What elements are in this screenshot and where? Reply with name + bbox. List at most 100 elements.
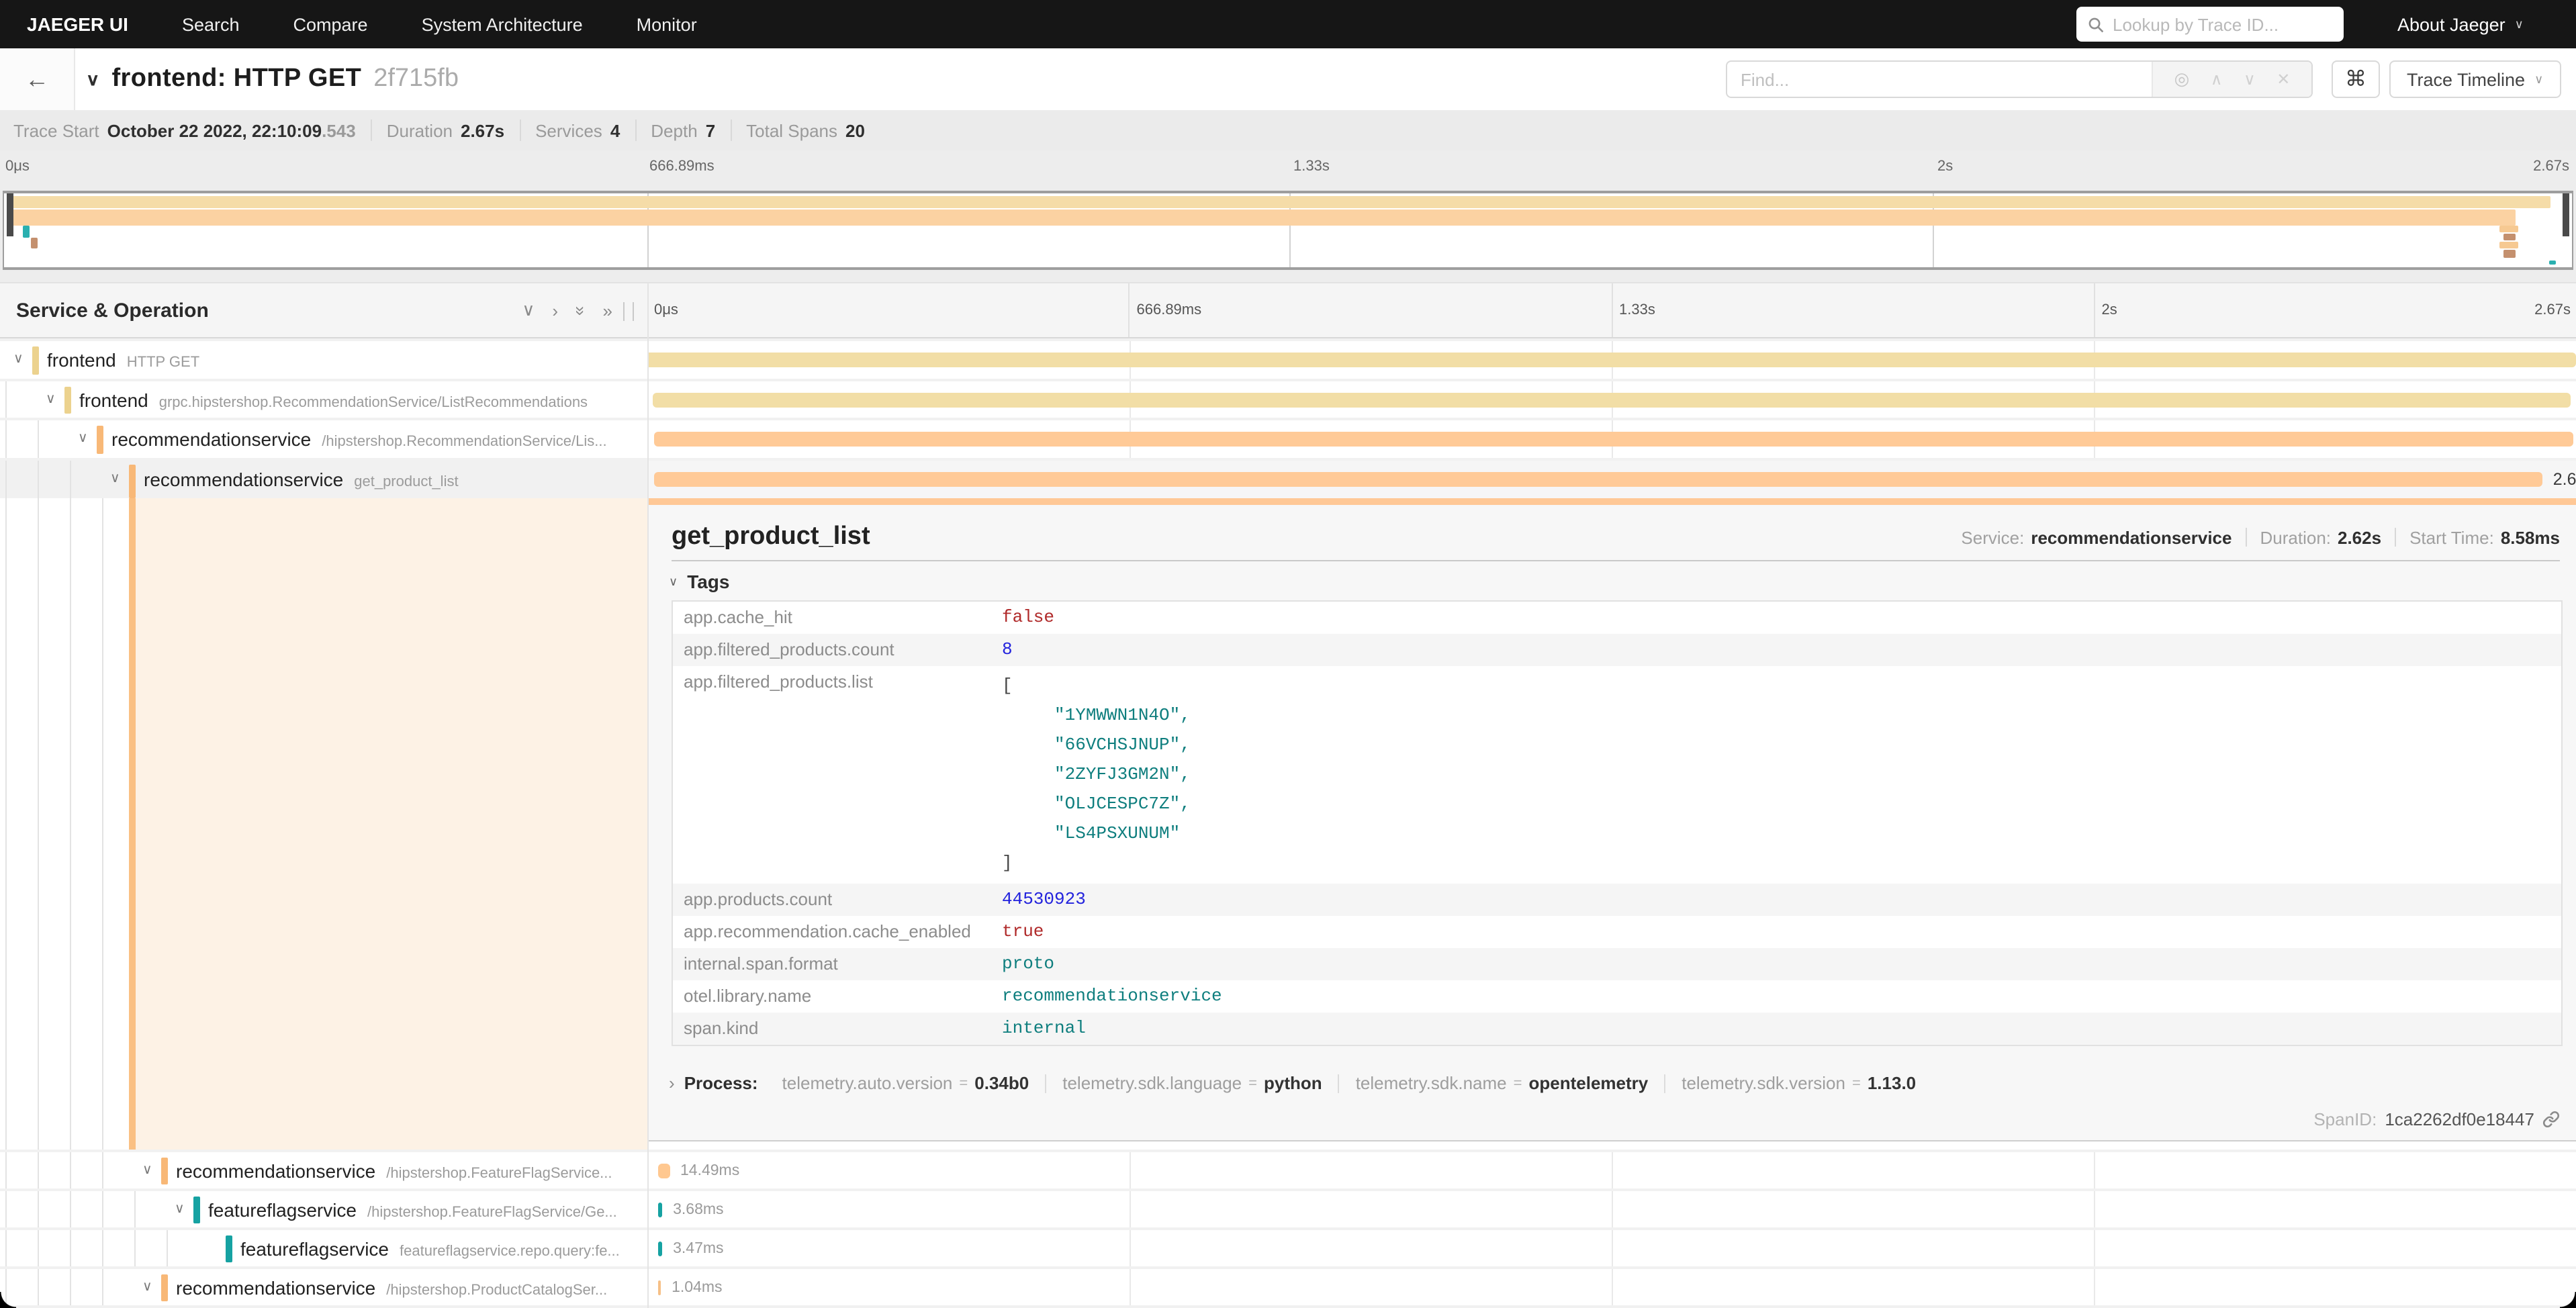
chevron-up-icon[interactable]: ∧ bbox=[2211, 70, 2223, 89]
span-timeline-cell[interactable]: 3.68ms bbox=[647, 1191, 2576, 1227]
column-divider[interactable] bbox=[647, 282, 649, 1308]
keyboard-shortcuts-button[interactable]: ⌘ bbox=[2332, 60, 2380, 98]
span-timeline-cell[interactable] bbox=[647, 341, 2576, 379]
span-duration-bar[interactable] bbox=[658, 1163, 670, 1178]
span-name-cell[interactable]: ∨ recommendationservice/hipstershop.Featu… bbox=[0, 1152, 647, 1188]
span-row[interactable]: ∨recommendationserviceget_product_list2.… bbox=[0, 458, 2576, 498]
span-row[interactable]: ∨ recommendationservice/hipstershop.Recom… bbox=[0, 418, 2576, 458]
span-duration-bar[interactable] bbox=[658, 1241, 662, 1256]
locate-icon[interactable]: ◎ bbox=[2174, 68, 2190, 90]
span-service-name: recommendationservice/hipstershop.Featur… bbox=[176, 1160, 612, 1181]
chevron-down-icon[interactable]: ∨ bbox=[2244, 70, 2256, 89]
trace-title: frontend: HTTP GET bbox=[112, 64, 362, 94]
link-icon[interactable] bbox=[2542, 1111, 2560, 1128]
process-tag: telemetry.sdk.name=opentelemetry bbox=[1340, 1074, 1666, 1092]
collapse-trace-chevron-icon[interactable]: ∨ bbox=[86, 69, 100, 90]
chevron-down-icon[interactable]: ∨ bbox=[142, 1279, 152, 1294]
indent-guide bbox=[134, 1191, 136, 1227]
minimap-span-bar bbox=[8, 196, 2550, 208]
chevron-down-icon[interactable]: ∨ bbox=[78, 431, 88, 446]
span-name-cell[interactable]: ∨frontendgrpc.hipstershop.Recommendation… bbox=[0, 381, 647, 418]
tags-section-toggle[interactable]: ∨ Tags bbox=[669, 571, 729, 592]
span-row[interactable]: ∨frontendgrpc.hipstershop.Recommendation… bbox=[0, 379, 2576, 418]
indent-guide bbox=[38, 1269, 39, 1305]
service-color-bar bbox=[97, 426, 103, 454]
indent-guide bbox=[5, 1191, 7, 1227]
indent-guide bbox=[102, 1152, 103, 1188]
span-row[interactable]: ∨ recommendationservice/hipstershop.Featu… bbox=[0, 1150, 2576, 1188]
span-timeline-cell[interactable]: 14.49ms bbox=[647, 1152, 2576, 1188]
span-name-cell[interactable]: ∨ recommendationservice/hipstershop.Recom… bbox=[0, 420, 647, 458]
tag-row[interactable]: app.filtered_products.count8 bbox=[673, 634, 2561, 666]
process-section-toggle[interactable]: › Process: telemetry.auto.version=0.34b0… bbox=[669, 1073, 1932, 1093]
span-timeline-cell[interactable]: 2.62s bbox=[647, 461, 2576, 498]
tag-row[interactable]: app.filtered_products.list[ "1YMWWN1N4O"… bbox=[673, 666, 2561, 884]
trace-id-search-input[interactable]: Lookup by Trace ID... bbox=[2076, 7, 2344, 42]
chevron-right-icon[interactable]: › bbox=[552, 300, 558, 320]
span-name-cell[interactable]: featureflagservicefeatureflagservice.rep… bbox=[0, 1230, 647, 1266]
minimap-canvas[interactable] bbox=[3, 191, 2573, 270]
tag-row[interactable]: app.products.count44530923 bbox=[673, 884, 2561, 916]
span-timeline-cell[interactable] bbox=[647, 420, 2576, 458]
span-duration-bar[interactable] bbox=[658, 1280, 661, 1295]
chevron-down-icon[interactable]: ∨ bbox=[142, 1162, 152, 1177]
tag-row[interactable]: app.recommendation.cache_enabledtrue bbox=[673, 916, 2561, 948]
span-name-cell[interactable]: ∨recommendationserviceget_product_list bbox=[0, 461, 647, 498]
span-row[interactable]: ∨featureflagservice/hipstershop.FeatureF… bbox=[0, 1188, 2576, 1227]
about-jaeger-menu[interactable]: About Jaeger ∨ bbox=[2397, 0, 2524, 48]
indent-guide bbox=[167, 1230, 168, 1266]
indent-guide bbox=[38, 1152, 39, 1188]
indent-guide bbox=[102, 1191, 103, 1227]
chevron-down-icon[interactable]: ∨ bbox=[110, 471, 120, 486]
trace-summary-bar: Trace StartOctober 22 2022, 22:10:09.543… bbox=[0, 110, 2576, 150]
trace-view-selector[interactable]: Trace Timeline ∨ bbox=[2389, 60, 2561, 98]
span-name-cell[interactable]: ∨featureflagservice/hipstershop.FeatureF… bbox=[0, 1191, 647, 1227]
chevron-down-icon[interactable]: ∨ bbox=[46, 391, 56, 406]
tag-key: app.filtered_products.list bbox=[673, 666, 1002, 697]
chevron-down-icon[interactable]: ∨ bbox=[522, 299, 535, 321]
double-chevron-right-icon[interactable]: » bbox=[603, 300, 612, 320]
span-timeline-cell[interactable]: 1.04ms bbox=[647, 1269, 2576, 1305]
chevron-down-icon[interactable]: ∨ bbox=[13, 352, 24, 367]
nav-item-search[interactable]: Search bbox=[182, 14, 240, 34]
nav-item-compare[interactable]: Compare bbox=[293, 14, 368, 34]
double-chevron-down-icon[interactable]: » bbox=[570, 306, 590, 315]
span-duration-bar[interactable] bbox=[654, 432, 2573, 447]
span-duration-bar[interactable] bbox=[654, 472, 2542, 487]
minimap-tick-label: 2.67s bbox=[2533, 158, 2569, 175]
tag-value: [ "1YMWWN1N4O", "66VCHSJNUP", "2ZYFJ3GM2… bbox=[1002, 666, 2561, 884]
nav-item-monitor[interactable]: Monitor bbox=[637, 14, 697, 34]
span-id-row: SpanID: 1ca2262df0e18447 bbox=[2313, 1109, 2560, 1129]
span-duration-bar[interactable] bbox=[658, 1202, 662, 1217]
chevron-down-icon[interactable]: ∨ bbox=[175, 1201, 185, 1216]
span-timeline-cell[interactable]: 3.47ms bbox=[647, 1230, 2576, 1266]
minimap-right-scrubber[interactable] bbox=[2563, 193, 2569, 236]
tag-row[interactable]: app.cache_hitfalse bbox=[673, 602, 2561, 634]
span-name-cell[interactable]: ∨recommendationservice/hipstershop.Produ… bbox=[0, 1269, 647, 1305]
nav-item-system-architecture[interactable]: System Architecture bbox=[422, 14, 583, 34]
span-row[interactable] bbox=[0, 1305, 2576, 1308]
app-logo[interactable]: JAEGER UI bbox=[27, 13, 128, 35]
span-rows-bottom: ∨ recommendationservice/hipstershop.Featu… bbox=[0, 1150, 2576, 1308]
find-box[interactable]: Find... ◎ ∧ ∨ ✕ bbox=[1726, 60, 2313, 98]
span-row[interactable]: featureflagservicefeatureflagservice.rep… bbox=[0, 1227, 2576, 1266]
minimap-left-scrubber[interactable] bbox=[7, 193, 13, 236]
tag-row[interactable]: internal.span.formatproto bbox=[673, 948, 2561, 980]
tags-table: app.cache_hitfalseapp.filtered_products.… bbox=[672, 600, 2563, 1046]
span-duration-bar[interactable] bbox=[647, 353, 2576, 367]
span-service-name: recommendationservice/hipstershop.Recomm… bbox=[111, 428, 607, 450]
find-input[interactable]: Find... bbox=[1727, 62, 2152, 97]
span-row[interactable]: ∨frontendHTTP GET bbox=[0, 338, 2576, 379]
span-timeline-cell[interactable] bbox=[647, 381, 2576, 418]
expanded-span-background bbox=[136, 498, 647, 1150]
tag-row[interactable]: otel.library.namerecommendationservice bbox=[673, 980, 2561, 1013]
tag-row[interactable]: span.kindinternal bbox=[673, 1013, 2561, 1045]
span-duration-bar[interactable] bbox=[653, 392, 2571, 407]
span-detail-title: get_product_list bbox=[672, 522, 870, 552]
span-name-cell[interactable]: ∨frontendHTTP GET bbox=[0, 341, 647, 379]
back-button[interactable]: ← bbox=[0, 48, 75, 110]
column-resize-handle[interactable] bbox=[623, 302, 634, 321]
tag-key: otel.library.name bbox=[673, 980, 1002, 1011]
span-row[interactable]: ∨recommendationservice/hipstershop.Produ… bbox=[0, 1266, 2576, 1305]
clear-icon[interactable]: ✕ bbox=[2276, 70, 2290, 89]
